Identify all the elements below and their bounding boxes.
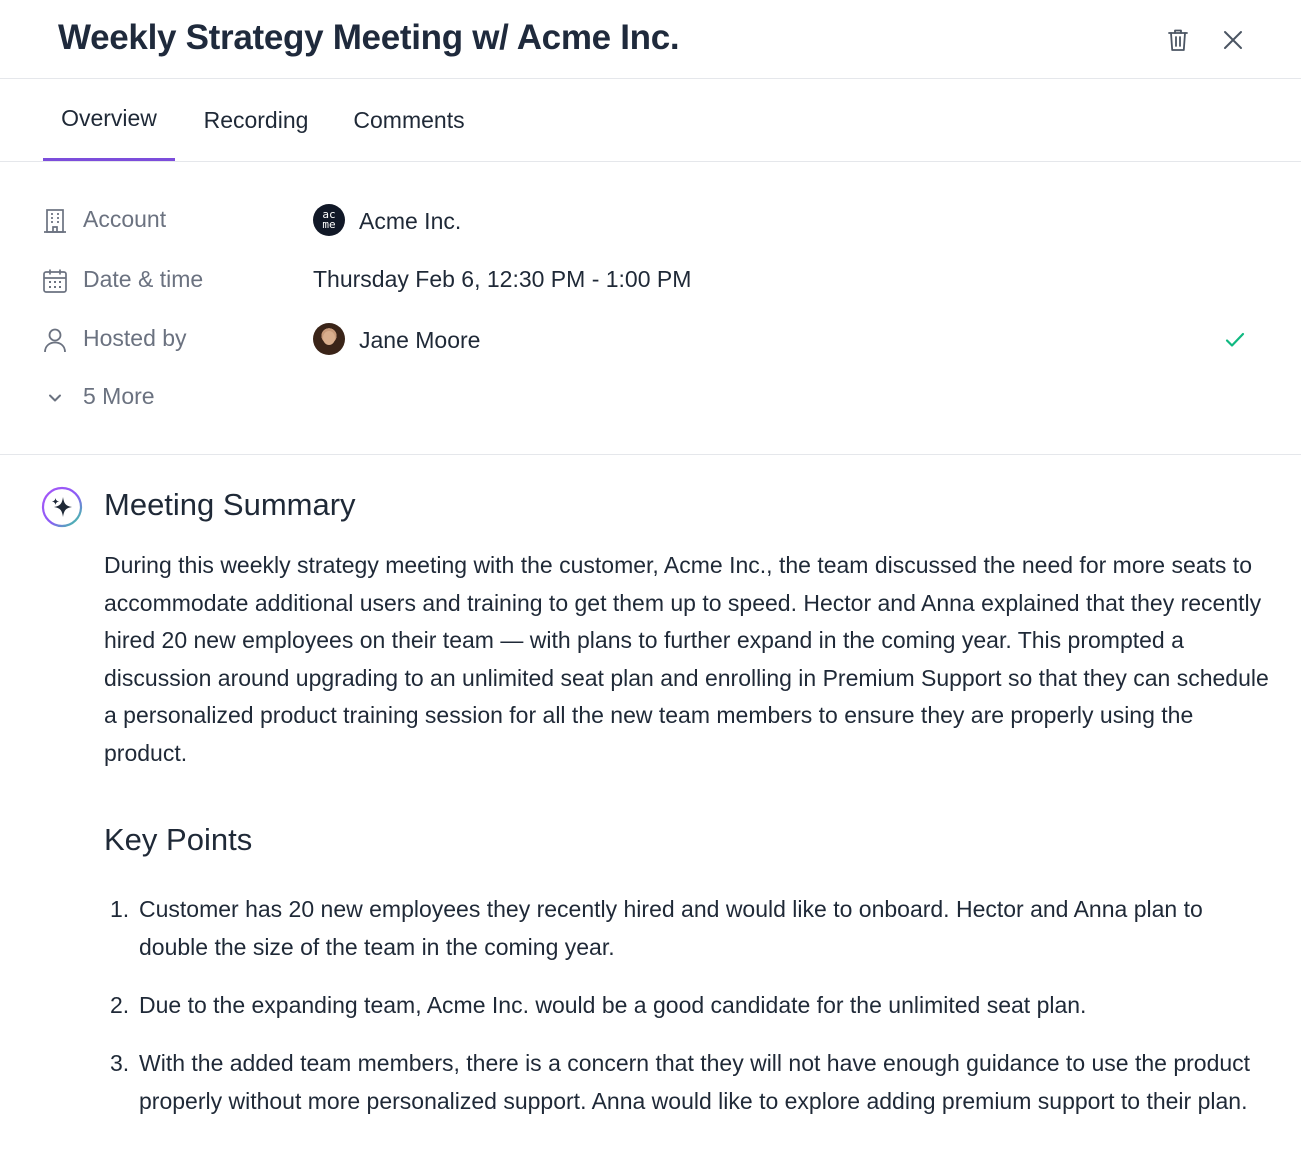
host-label: Hosted by xyxy=(83,325,187,351)
list-item-text: Customer has 20 new employees they recen… xyxy=(139,896,1203,960)
chevron-down-icon xyxy=(41,384,69,412)
list-item-text: With the added team members, there is a … xyxy=(139,1050,1251,1114)
list-item: 3. With the added team members, there is… xyxy=(104,1044,1269,1120)
datetime-row: Date & time Thursday Feb 6, 12:30 PM - 1… xyxy=(0,260,1301,300)
datetime-label: Date & time xyxy=(83,266,204,292)
close-icon xyxy=(1224,31,1242,49)
summary-text: During this weekly strategy meeting with… xyxy=(104,552,1269,766)
list-number: 3. xyxy=(110,1050,130,1076)
list-number: 2. xyxy=(110,992,130,1018)
host-name: Jane Moore xyxy=(359,326,481,353)
list-item: 1. Customer has 20 new employees they re… xyxy=(104,890,1269,966)
list-number: 1. xyxy=(110,896,130,922)
tab-recording[interactable]: Recording xyxy=(190,79,322,161)
more-row[interactable]: 5 More xyxy=(0,377,1301,417)
building-icon xyxy=(41,207,69,235)
check-icon xyxy=(1222,327,1248,353)
key-points-title: Key Points xyxy=(104,822,253,857)
user-icon xyxy=(41,326,69,354)
meeting-title: Weekly Strategy Meeting w/ Acme Inc. xyxy=(58,18,680,57)
key-points-list: 1. Customer has 20 new employees they re… xyxy=(104,890,1269,1140)
tab-bar: Overview Recording Comments xyxy=(0,79,1301,162)
avatar xyxy=(313,323,345,355)
list-item: 2. Due to the expanding team, Acme Inc. … xyxy=(104,986,1269,1024)
account-row: Account ac me Acme Inc. xyxy=(0,200,1301,240)
datetime-value: Thursday Feb 6, 12:30 PM - 1:00 PM xyxy=(313,266,692,292)
account-label: Account xyxy=(83,206,167,232)
summary-title: Meeting Summary xyxy=(104,487,356,522)
sparkle-icon xyxy=(41,486,83,528)
acme-logo: ac me xyxy=(313,204,345,236)
account-name: Acme Inc. xyxy=(359,207,462,234)
tab-overview[interactable]: Overview xyxy=(43,79,175,161)
tab-comments[interactable]: Comments xyxy=(338,79,480,161)
meeting-detail-panel: Weekly Strategy Meeting w/ Acme Inc. Ove… xyxy=(0,0,1301,1160)
list-item-text: Due to the expanding team, Acme Inc. wou… xyxy=(139,992,1087,1018)
account-value[interactable]: ac me Acme Inc. xyxy=(313,204,462,236)
more-toggle[interactable]: 5 More xyxy=(83,383,155,410)
trash-icon xyxy=(1168,29,1188,51)
close-button[interactable] xyxy=(1215,22,1251,58)
host-value[interactable]: Jane Moore xyxy=(313,323,481,355)
panel-header: Weekly Strategy Meeting w/ Acme Inc. xyxy=(0,0,1301,79)
calendar-icon xyxy=(41,267,69,295)
delete-button[interactable] xyxy=(1160,22,1196,58)
meeting-details: Account ac me Acme Inc. Date & time Thur… xyxy=(0,162,1301,455)
host-row: Hosted by Jane Moore xyxy=(0,319,1301,359)
